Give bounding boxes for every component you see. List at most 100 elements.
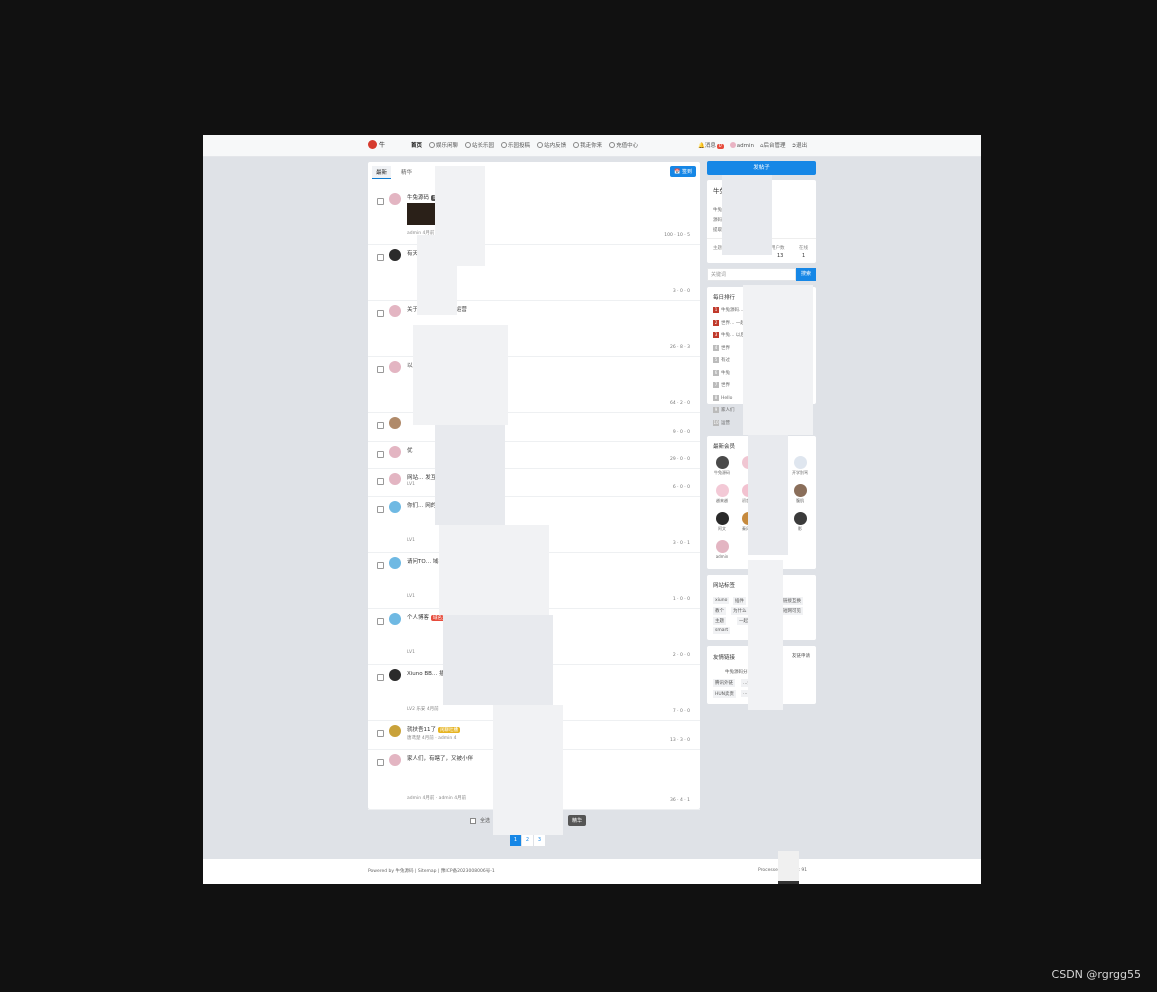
nav-recharge-label: 充值中心 (616, 143, 639, 149)
nav-submit[interactable]: 乐园投稿 (501, 141, 530, 149)
mosaic-block (443, 615, 553, 705)
thread-title-text: 优 (407, 448, 413, 454)
friend-link[interactable]: 腾讯外链 (713, 679, 735, 687)
member-item[interactable]: 开学别骂 (789, 456, 811, 476)
member-item[interactable]: admin (711, 540, 733, 559)
stat-label-users: 用户数 (771, 246, 785, 251)
tag-chip[interactable]: 主题 (713, 617, 726, 625)
friend-link[interactable]: HUN卖贵 (713, 690, 737, 698)
avatar[interactable] (389, 446, 401, 458)
links-apply-link[interactable]: 友链申请 (792, 653, 810, 659)
rank-item[interactable]: 9 家人们 (713, 407, 735, 413)
thread-stats: 3 · 0 · 0 (672, 289, 690, 294)
thread-stats: 13 · 3 · 0 (669, 738, 690, 743)
site-logo-icon[interactable] (368, 140, 377, 149)
admin-label: 后台管理 (763, 143, 786, 149)
tag-chip[interactable]: 短网可见 (781, 607, 803, 615)
thread-checkbox[interactable] (377, 478, 384, 485)
avatar[interactable] (389, 501, 401, 513)
thread-checkbox[interactable] (377, 759, 384, 766)
avatar[interactable] (389, 305, 401, 317)
user-link[interactable]: admin (729, 141, 754, 149)
nav-move[interactable]: 我走你来 (573, 141, 602, 149)
rank-item[interactable]: 10 运营 (713, 419, 730, 426)
thread-meta: LV1 (407, 594, 415, 599)
thread-meta: 唐鸢楚 4月前 · admin 4 (407, 736, 457, 741)
avatar[interactable] (389, 361, 401, 373)
avatar[interactable] (389, 557, 401, 569)
thread-checkbox[interactable] (377, 506, 384, 513)
tab-latest[interactable]: 最新 (372, 166, 392, 179)
search-input[interactable]: 关键词 (707, 268, 796, 281)
thread-meta: admin 4月前 · admin 4月前 (407, 796, 467, 801)
messages-link[interactable]: 🔔消息 0 (698, 141, 724, 149)
thread-checkbox[interactable] (377, 422, 384, 429)
avatar[interactable] (389, 669, 401, 681)
member-item[interactable]: 腹肌 (789, 484, 811, 504)
rank-item-label: 世界 (721, 345, 730, 351)
thread-title[interactable]: 优 (407, 446, 413, 454)
thread-row[interactable]: 网站… 发互换友情链接LV16 · 0 · 0 (368, 468, 700, 497)
nav-home[interactable]: 首页 (411, 141, 422, 149)
thread-checkbox[interactable] (377, 310, 384, 317)
nav-recharge[interactable]: 充值中心 (609, 141, 638, 149)
page-1[interactable]: 1 (510, 835, 521, 846)
avatar[interactable] (389, 473, 401, 485)
select-all-checkbox[interactable] (470, 817, 476, 824)
avatar[interactable] (389, 249, 401, 261)
thread-title[interactable]: 家人们，有瞎了，又被小伴 (407, 754, 473, 762)
page-2[interactable]: 2 (522, 835, 533, 846)
csdn-watermark: CSDN @rgrgg55 (1051, 968, 1141, 981)
member-item[interactable]: 越来越 (711, 484, 733, 504)
tab-essence[interactable]: 精华 (397, 166, 416, 179)
page-3[interactable]: 3 (534, 835, 545, 846)
thread-stats: 1 · 0 · 0 (672, 597, 690, 602)
member-item[interactable]: 阿文 (711, 512, 733, 532)
rank-item[interactable]: 6 牛兔 (713, 369, 730, 376)
member-item[interactable]: 牛兔源码 (711, 456, 733, 476)
avatar[interactable] (389, 193, 401, 205)
rank-item[interactable]: 2 世界… 一起 (713, 319, 745, 326)
thread-stats: 9 · 0 · 0 (672, 430, 690, 435)
tag-chip[interactable]: 为什么 (731, 607, 749, 615)
thread-row[interactable]: 优 29 · 0 · 0 (368, 441, 700, 469)
nav-webmaster[interactable]: 站长乐园 (465, 141, 494, 149)
links-title: 友情链接 (713, 655, 736, 661)
user-name: admin (736, 142, 754, 149)
signin-button[interactable]: 📅 签到 (670, 166, 696, 177)
avatar[interactable] (389, 613, 401, 625)
admin-link[interactable]: ⌂后台管理 (760, 141, 786, 149)
thread-tag[interactable]: 闲聊吐槽 (438, 727, 460, 733)
thread-checkbox[interactable] (377, 366, 384, 373)
rank-item[interactable]: 8 Hello (713, 394, 732, 401)
avatar[interactable] (389, 754, 401, 766)
rank-item[interactable]: 7 世界 (713, 382, 730, 388)
thread-checkbox[interactable] (377, 562, 384, 569)
thread-thumbnail[interactable] (407, 203, 437, 225)
avatar[interactable] (389, 725, 401, 737)
avatar[interactable] (389, 417, 401, 429)
nav-feedback[interactable]: 站内反馈 (537, 141, 566, 149)
thread-checkbox[interactable] (377, 674, 384, 681)
essence-button[interactable]: 精华 (568, 815, 587, 826)
thread-checkbox[interactable] (377, 618, 384, 625)
mosaic-block (413, 325, 508, 425)
tag-chip[interactable]: smart (713, 627, 731, 634)
search-button[interactable]: 搜索 (796, 268, 816, 281)
rank-item[interactable]: 4 世界 (713, 344, 730, 351)
nav-chat[interactable]: 娱乐闲聊 (429, 141, 458, 149)
thread-checkbox[interactable] (377, 254, 384, 261)
member-item[interactable]: 影 (789, 512, 811, 532)
logout-link[interactable]: ➲退出 (792, 141, 808, 149)
site-logo-text[interactable]: 牛 (379, 140, 385, 149)
rank-item[interactable]: 5 有过 (713, 357, 730, 363)
thread-checkbox[interactable] (377, 730, 384, 737)
tag-chip[interactable]: 教个 (713, 607, 726, 615)
thread-title[interactable]: 就扶吾11了 闲聊吐槽 (407, 725, 460, 733)
thread-checkbox[interactable] (377, 451, 384, 458)
thread-checkbox[interactable] (377, 198, 384, 205)
tag-chip[interactable]: 插件 (733, 597, 746, 605)
publish-button[interactable]: 发帖子 (707, 161, 816, 175)
tag-chip[interactable]: xiuno (713, 597, 730, 604)
tag-chip[interactable]: 链接互换 (781, 597, 803, 605)
